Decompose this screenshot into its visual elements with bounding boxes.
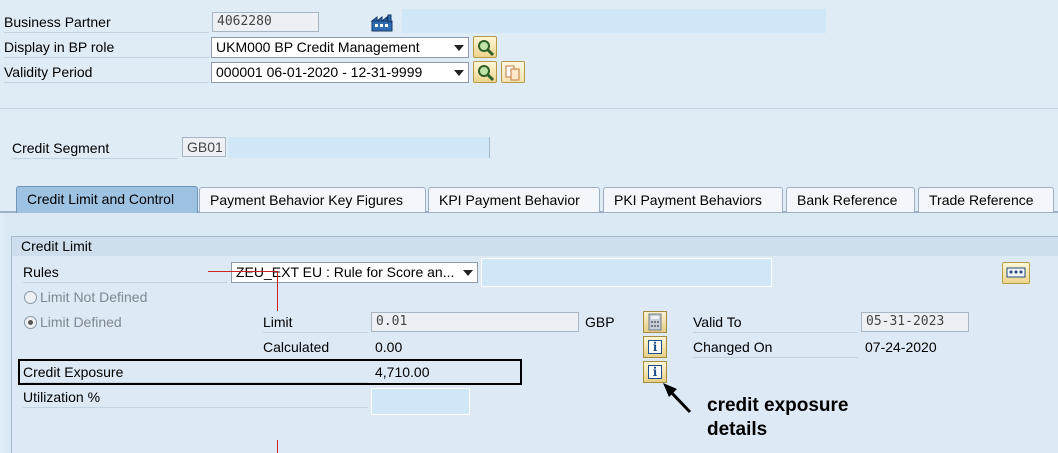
- credit-exposure-value: 4,710.00: [375, 364, 430, 380]
- currency-label: GBP: [585, 314, 615, 330]
- limit-field[interactable]: 0.01: [371, 312, 579, 332]
- bp-role-dropdown[interactable]: UKM000 BP Credit Management: [211, 37, 469, 58]
- chevron-down-icon: [454, 70, 464, 76]
- annotation-text-line1: credit exposure: [707, 395, 849, 416]
- limit-defined-radio[interactable]: [24, 316, 37, 329]
- business-partner-name-field: [402, 9, 826, 33]
- validity-period-label: Validity Period: [4, 62, 209, 83]
- business-partner-field[interactable]: 4062280: [212, 12, 319, 32]
- annotation-red-line-bottom: [277, 440, 278, 453]
- tab-pki-payment-behaviors[interactable]: PKI Payment Behaviors: [603, 187, 783, 212]
- rules-dropdown[interactable]: ZEU_EXT EU : Rule for Score an...: [231, 262, 478, 283]
- utilization-field: [371, 388, 470, 415]
- info-icon[interactable]: i: [643, 336, 667, 358]
- info-icon-glyph: i: [648, 340, 662, 354]
- annotation-red-line-vertical: [277, 271, 278, 311]
- copy-icon[interactable]: [501, 61, 525, 83]
- limit-defined-label: Limit Defined: [40, 314, 122, 330]
- credit-segment-description: [228, 137, 490, 158]
- magnifier-icon[interactable]: [473, 61, 497, 83]
- calculated-value: 0.00: [375, 339, 403, 355]
- calculated-label: Calculated: [263, 339, 330, 355]
- validity-period-value: 000001 06-01-2020 - 12-31-9999: [216, 64, 423, 80]
- factory-icon[interactable]: [370, 14, 393, 32]
- rules-label: Rules: [23, 262, 228, 283]
- rules-value: ZEU_EXT EU : Rule for Score an...: [236, 264, 455, 280]
- limit-label: Limit: [263, 312, 368, 333]
- limit-not-defined-label: Limit Not Defined: [40, 289, 148, 305]
- annotation-text-line2: details: [707, 419, 768, 440]
- rules-description: [481, 258, 772, 287]
- credit-exposure-label: Credit Exposure: [23, 362, 368, 383]
- tab-bank-reference[interactable]: Bank Reference: [786, 187, 915, 212]
- chevron-down-icon: [463, 270, 473, 276]
- header-divider: [0, 108, 1058, 109]
- valid-to-field[interactable]: 05-31-2023: [861, 312, 969, 332]
- credit-segment-label: Credit Segment: [12, 138, 178, 159]
- tab-trade-reference[interactable]: Trade Reference: [918, 187, 1054, 212]
- info-icon-glyph: i: [648, 365, 662, 379]
- magnifier-icon[interactable]: [473, 36, 497, 58]
- credit-limit-group-header: [12, 237, 1058, 256]
- business-partner-label: Business Partner: [4, 12, 209, 33]
- annotation-arrow-icon: [660, 380, 700, 416]
- calculator-icon[interactable]: [643, 311, 667, 333]
- credit-segment-field[interactable]: GB01: [182, 137, 226, 157]
- bp-role-value: UKM000 BP Credit Management: [216, 39, 420, 55]
- settings-grid-icon[interactable]: [1002, 262, 1030, 284]
- valid-to-label: Valid To: [693, 312, 858, 333]
- annotation-red-line: [208, 271, 278, 272]
- utilization-label: Utilization %: [23, 387, 368, 408]
- changed-on-value: 07-24-2020: [865, 339, 937, 355]
- bp-role-label: Display in BP role: [4, 37, 209, 58]
- tab-payment-behavior-key-figures[interactable]: Payment Behavior Key Figures: [199, 187, 426, 212]
- limit-not-defined-radio[interactable]: [24, 291, 37, 304]
- credit-limit-title: Credit Limit: [21, 238, 92, 254]
- tab-kpi-payment-behavior[interactable]: KPI Payment Behavior: [428, 187, 600, 212]
- changed-on-label: Changed On: [693, 337, 858, 358]
- validity-period-dropdown[interactable]: 000001 06-01-2020 - 12-31-9999: [211, 62, 469, 83]
- tab-credit-limit-and-control[interactable]: Credit Limit and Control: [16, 186, 198, 213]
- chevron-down-icon: [454, 45, 464, 51]
